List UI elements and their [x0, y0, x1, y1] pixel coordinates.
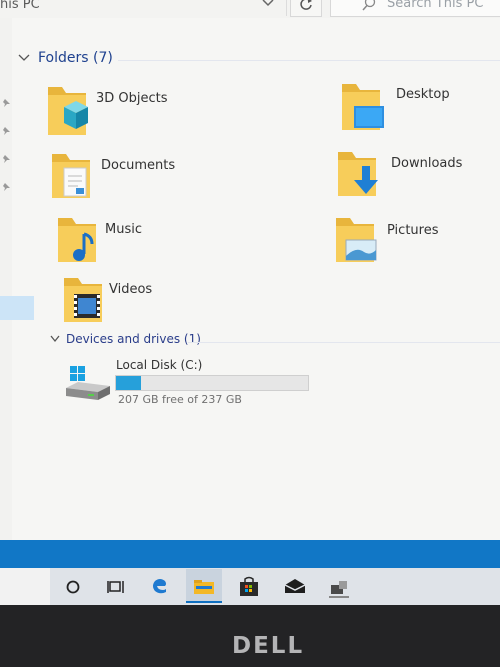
drive-local-disk-c[interactable] — [64, 364, 120, 404]
cortana-circle-icon[interactable] — [62, 573, 88, 599]
address-bar-row: his PC — [0, 0, 500, 18]
edge-icon[interactable] — [148, 573, 174, 599]
folder-label: Desktop — [396, 87, 450, 102]
app-icon[interactable] — [326, 573, 352, 599]
desktop-folder-icon — [342, 84, 384, 130]
folder-label: 3D Objects — [96, 91, 168, 106]
folders-section-header[interactable]: Folders (7) — [18, 50, 113, 66]
drive-label[interactable]: Local Disk (C:) — [116, 358, 202, 372]
chevron-down-icon — [18, 54, 30, 61]
3d-objects-folder-icon — [48, 87, 88, 135]
folder-downloads[interactable]: Downloads — [336, 150, 496, 200]
nav-item-this-pc-selected[interactable] — [0, 296, 34, 320]
pin-icon[interactable] — [2, 182, 12, 192]
address-bar-text[interactable]: his PC — [0, 0, 40, 12]
file-explorer-window: his PC Folders (7) 3D Object — [0, 0, 500, 605]
pin-icon[interactable] — [2, 126, 12, 136]
videos-folder-icon — [64, 278, 102, 322]
desktop-background-strip — [0, 540, 500, 570]
folder-desktop[interactable]: Desktop — [340, 82, 500, 134]
taskbar-search-area[interactable] — [0, 568, 50, 605]
chevron-down-icon — [50, 335, 60, 343]
address-dropdown-button[interactable] — [250, 0, 287, 16]
task-view-icon[interactable] — [104, 573, 130, 599]
pin-icon[interactable] — [2, 98, 12, 108]
chevron-down-icon — [262, 0, 274, 7]
pin-icon[interactable] — [2, 154, 12, 164]
refresh-icon — [300, 0, 312, 10]
folder-music[interactable]: Music — [56, 216, 216, 266]
devices-drives-section-header[interactable]: Devices and drives (1) — [50, 332, 201, 346]
folder-label: Documents — [101, 158, 176, 173]
folder-3d-objects[interactable]: 3D Objects — [44, 85, 224, 137]
search-icon — [362, 0, 376, 11]
section-divider — [188, 342, 500, 343]
drive-usage-fill — [116, 376, 141, 390]
folder-label: Pictures — [387, 223, 439, 238]
section-divider — [118, 60, 500, 61]
downloads-folder-icon — [338, 152, 378, 196]
folder-label: Videos — [109, 282, 153, 297]
search-input[interactable] — [387, 0, 497, 11]
folders-header-label: Folders (7) — [38, 50, 113, 66]
folder-videos[interactable]: Videos — [62, 276, 222, 326]
documents-folder-icon — [52, 154, 90, 198]
taskbar — [0, 568, 500, 605]
file-explorer-icon[interactable] — [191, 573, 217, 599]
folder-pictures[interactable]: Pictures — [334, 216, 494, 266]
pictures-folder-icon — [336, 218, 377, 262]
mail-icon[interactable] — [282, 573, 308, 599]
store-icon[interactable] — [236, 573, 262, 599]
dell-logo: DELL — [232, 633, 305, 659]
drives-header-label: Devices and drives (1) — [66, 332, 201, 346]
drive-usage-bar — [115, 375, 309, 391]
search-box[interactable] — [330, 0, 500, 17]
folder-label: Downloads — [391, 156, 463, 171]
windows-drive-icon — [66, 366, 110, 400]
folder-documents[interactable]: Documents — [50, 152, 230, 202]
drive-free-space: 207 GB free of 237 GB — [118, 393, 242, 406]
folder-label: Music — [105, 222, 142, 237]
music-folder-icon — [58, 218, 96, 262]
refresh-button[interactable] — [290, 0, 322, 17]
